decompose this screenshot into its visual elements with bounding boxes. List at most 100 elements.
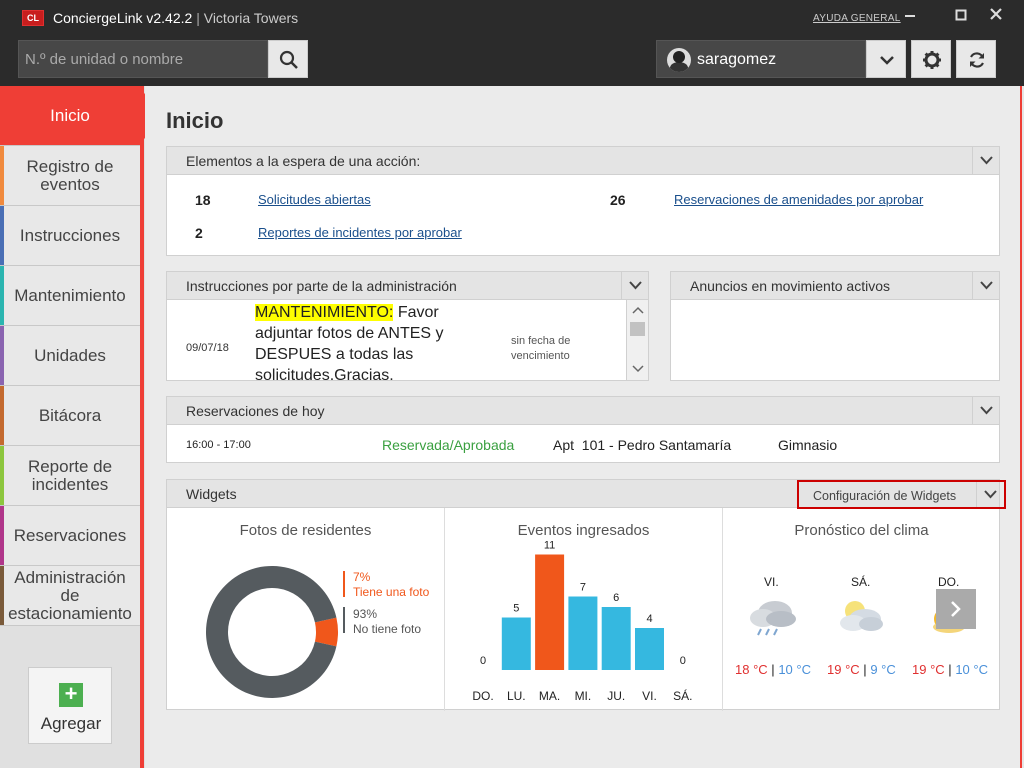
panel-title: Reservaciones de hoy (186, 403, 325, 419)
amenity-reservations-link[interactable]: Reservaciones de amenidades por aprobar (674, 192, 923, 207)
bar (501, 617, 531, 670)
window-title: ConciergeLink v2.42.2 | Victoria Towers (53, 10, 298, 26)
sidebar-item-reservaciones[interactable]: Reservaciones (0, 506, 140, 566)
title-separator: | (196, 10, 200, 26)
panel-title: Instrucciones por parte de la administra… (186, 278, 457, 294)
bar-category-label: MA. (539, 689, 560, 703)
instructions-panel: Instrucciones por parte de la administra… (166, 271, 649, 381)
settings-button[interactable] (911, 40, 951, 78)
scroll-up-icon[interactable] (627, 303, 649, 317)
panel-title: Elementos a la espera de una acción: (186, 153, 421, 169)
bar (568, 596, 598, 670)
bar-value-label: 0 (680, 655, 686, 667)
photos-widget-title: Fotos de residentes (239, 522, 372, 539)
chevron-down-icon (629, 281, 642, 290)
search-input[interactable] (19, 41, 267, 77)
scroll-down-icon[interactable] (627, 362, 649, 376)
bar (635, 628, 664, 670)
chevron-down-icon (984, 490, 997, 499)
incident-reports-link[interactable]: Reportes de incidentes por aprobar (258, 225, 462, 240)
sidebar-item-instrucciones[interactable]: Instrucciones (0, 206, 140, 266)
donut-slice-with-photo (314, 617, 338, 647)
chevron-right-icon (951, 601, 961, 617)
legend-bar-without-photo (343, 607, 345, 633)
panel-header: Anuncios en movimiento activos (671, 272, 999, 300)
rain-cloud-icon (750, 601, 796, 636)
sidebar-item-label: Reservaciones (13, 525, 127, 545)
events-widget-title: Eventos ingresados (517, 522, 650, 539)
sidebar-item-inicio[interactable]: Inicio (0, 86, 140, 146)
bar-value-label: 11 (544, 540, 555, 552)
temp-high: 19 °C (827, 662, 860, 677)
sidebar-color-bar (0, 446, 4, 505)
maximize-icon[interactable] (951, 7, 971, 27)
add-button[interactable]: + Agregar (28, 667, 112, 744)
toolbar: saragomez (0, 36, 1024, 86)
panel-header: Elementos a la espera de una acción: (167, 147, 999, 175)
app-logo: CL (22, 10, 44, 26)
collapse-button[interactable] (621, 272, 648, 300)
user-name: saragomez (697, 51, 777, 68)
temp-low: 10 °C (778, 662, 811, 677)
collapse-button[interactable] (972, 147, 999, 175)
title-bar: CL ConciergeLink v2.42.2 | Victoria Towe… (0, 0, 1024, 36)
announcements-panel: Anuncios en movimiento activos (670, 271, 1000, 381)
temp-separator: | (771, 662, 775, 677)
sidebar-item-label: Registro de eventos (26, 156, 114, 194)
legend-bar-with-photo (343, 571, 345, 597)
weather-next-button[interactable] (936, 589, 976, 629)
sidebar-item-administracion-de-estacionamiento[interactable]: Administración de estacionamiento (0, 566, 140, 626)
instruction-text: MANTENIMIENTO: Favor adjuntar fotos de A… (255, 302, 465, 380)
refresh-button[interactable] (956, 40, 996, 78)
temp-separator: | (948, 662, 952, 677)
temp-low: 10 °C (955, 662, 988, 677)
weather-day-label: DO. (938, 575, 960, 589)
bar-value-label: 5 (513, 603, 519, 615)
sidebar-item-label: Mantenimiento (14, 285, 126, 305)
instruction-tag: MANTENIMIENTO: (255, 304, 394, 321)
sidebar-item-mantenimiento[interactable]: Mantenimiento (0, 266, 140, 326)
reservation-amenity: Gimnasio (778, 437, 838, 453)
minimize-icon[interactable] (900, 7, 920, 27)
widget-settings-button[interactable]: Configuración de Widgets (797, 480, 1006, 509)
sidebar-item-label: Inicio (50, 105, 90, 125)
instruction-row: 09/07/18 MANTENIMIENTO: Favor adjuntar f… (167, 300, 627, 380)
events-bar-chart: 0 DO. 5 LU. 11 MA. 7 MI. 6 JU. 4 VI. 0 SÁ. (472, 540, 692, 704)
temp-separator: | (863, 662, 867, 677)
close-icon[interactable] (986, 7, 1006, 27)
user-selector[interactable]: saragomez (656, 40, 866, 78)
bar-category-label: MI. (575, 689, 592, 703)
weather-day-label: VI. (764, 575, 779, 589)
collapse-button[interactable] (972, 397, 999, 425)
collapse-button[interactable] (972, 272, 999, 300)
weather-widget-title: Pronóstico del clima (794, 522, 929, 539)
scrollbar[interactable] (626, 300, 648, 380)
bar-category-label: JU. (607, 689, 625, 703)
sidebar-color-bar (0, 206, 4, 265)
chevron-down-icon (980, 156, 993, 165)
widget-settings-chevron[interactable] (976, 482, 1004, 507)
sidebar-item-bitacora[interactable]: Bitácora (0, 386, 140, 446)
partly-cloudy-icon (840, 601, 883, 631)
bar-category-label: LU. (507, 689, 526, 703)
reservation-time: 16:00 - 17:00 (186, 439, 251, 451)
sidebar-color-bar (0, 566, 4, 625)
search-icon (279, 50, 298, 69)
instruction-date: 09/07/18 (186, 342, 229, 354)
avatar (667, 48, 691, 72)
sidebar-item-reporte-de-incidentes[interactable]: Reporte de incidentes (0, 446, 140, 506)
legend-with-photo-pct: 7% (353, 570, 371, 584)
legend-without-photo-label: No tiene foto (353, 622, 422, 636)
sidebar-item-unidades[interactable]: Unidades (0, 326, 140, 386)
pending-actions-panel: Elementos a la espera de una acción: 18 … (166, 146, 1000, 256)
sidebar-item-registro-de-eventos[interactable]: Registro de eventos (0, 146, 140, 206)
bar (601, 607, 631, 670)
search-button[interactable] (268, 40, 308, 78)
help-link[interactable]: AYUDA GENERAL (813, 13, 901, 24)
search-field[interactable] (18, 40, 268, 78)
scroll-thumb[interactable] (630, 322, 645, 336)
bar-value-label: 6 (613, 592, 619, 604)
open-requests-link[interactable]: Solicitudes abiertas (258, 192, 371, 207)
user-dropdown-button[interactable] (866, 40, 906, 78)
reservation-status: Reservada/Aprobada (382, 437, 515, 453)
